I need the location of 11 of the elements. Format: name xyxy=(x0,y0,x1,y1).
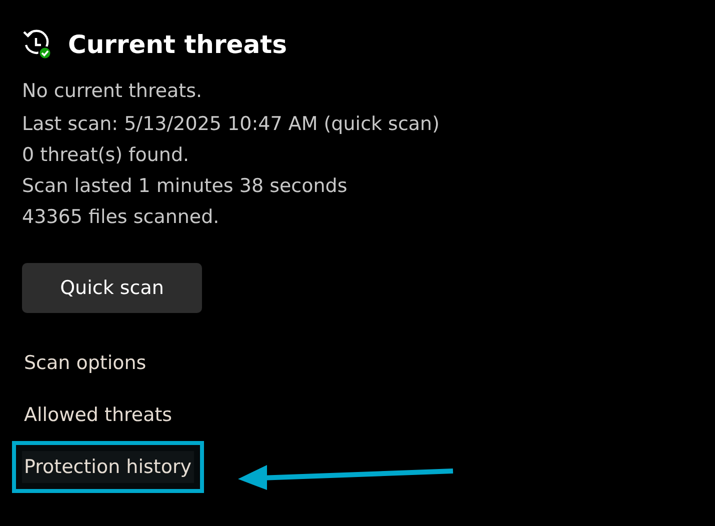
status-text: 0 threat(s) found. xyxy=(22,144,190,166)
status-text: No current threats. xyxy=(22,80,202,102)
nav-link[interactable]: Scan options xyxy=(22,346,148,380)
nav-link[interactable]: Protection history xyxy=(22,450,194,484)
history-icon xyxy=(22,28,52,60)
status-text: 43365 files scanned. xyxy=(22,206,220,228)
status-text: Scan lasted 1 minutes 38 seconds xyxy=(22,175,348,197)
nav-link[interactable]: Allowed threats xyxy=(22,398,174,432)
quick-scan-button[interactable]: Quick scan xyxy=(22,263,202,313)
status-text: Last scan: 5/13/2025 10:47 AM (quick scan) xyxy=(22,113,440,135)
section-title: Current threats xyxy=(68,32,287,56)
